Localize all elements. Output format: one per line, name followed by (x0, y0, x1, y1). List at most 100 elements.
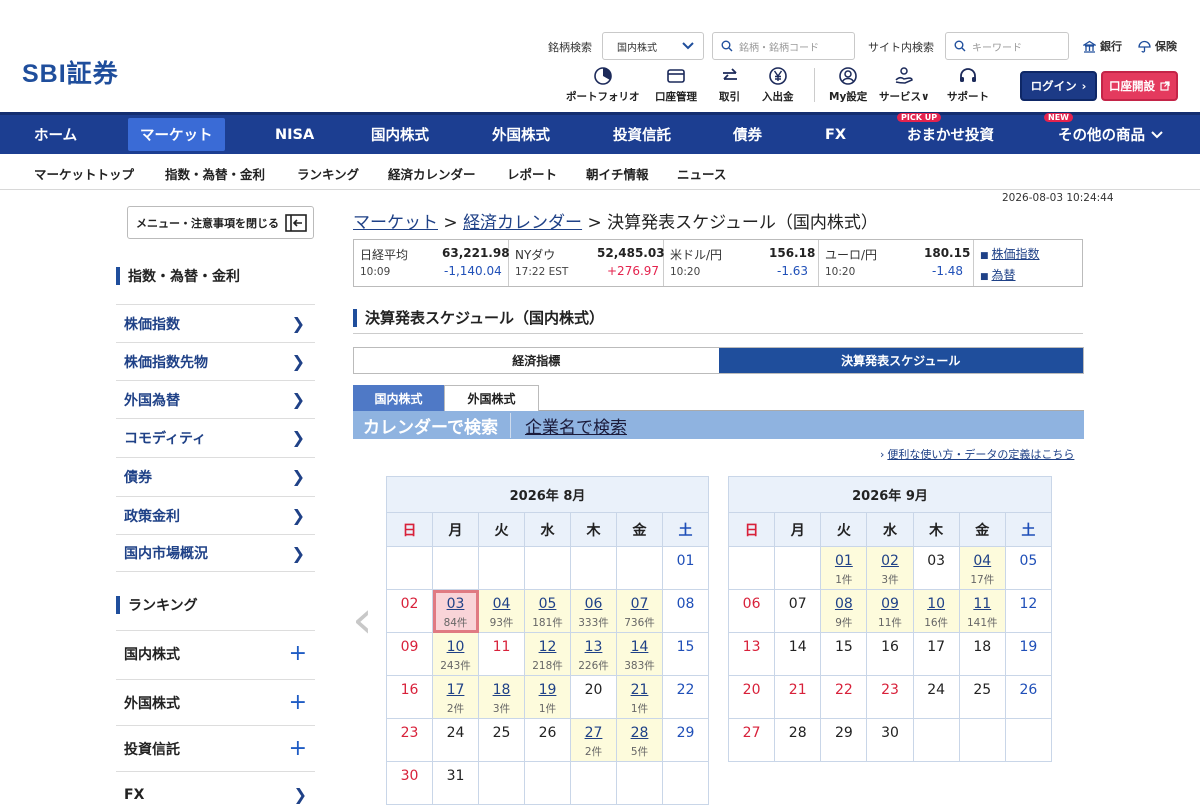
calendar-day[interactable]: 10 243件 (432, 632, 479, 676)
header-support[interactable]: サポート (947, 66, 989, 104)
breadcrumb-calendar[interactable]: 経済カレンダー (463, 213, 582, 233)
calendar-day[interactable]: 18 3件 (478, 675, 525, 719)
calendar-day[interactable]: 12 218件 (524, 632, 571, 676)
weekday-header: 土 (662, 512, 709, 547)
search-by-calendar[interactable]: カレンダーで検索 (353, 412, 511, 438)
ticker-usdjpy[interactable]: 米ドル/円 156.18 10:20 -1.63 (664, 240, 819, 286)
header-account[interactable]: 口座管理 (655, 66, 697, 104)
nav-robo-advisor[interactable]: PICK UP おまかせ投資 (897, 113, 994, 154)
calendar-day[interactable]: 01 1件 (820, 546, 868, 590)
sidebar-ranking-trust[interactable]: 投資信託 + (116, 725, 315, 771)
sidebar-ranking-fx[interactable]: FX ❯ (116, 771, 315, 812)
site-search-input[interactable]: キーワード (945, 32, 1069, 60)
calendar-day[interactable]: 14 383件 (616, 632, 663, 676)
subnav-ranking[interactable]: ランキング (297, 164, 359, 183)
nav-nisa[interactable]: NISA (275, 115, 314, 154)
ticker-link-indices[interactable]: 株価指数 (980, 245, 1040, 266)
ticker-nikkei[interactable]: 日経平均 63,221.98 10:09 -1,140.04 (354, 240, 510, 286)
calendar-day[interactable]: 19 1件 (524, 675, 571, 719)
sidebar-section-indices: 指数・為替・金利 (116, 266, 240, 286)
calendar-day[interactable]: 03 84件 (432, 589, 479, 633)
calendar-day[interactable]: 17 2件 (432, 675, 479, 719)
calendar-day[interactable]: 13 226件 (570, 632, 617, 676)
calendar-day[interactable]: 28 5件 (616, 718, 663, 762)
subnav-economic-calendar[interactable]: 経済カレンダー (388, 164, 476, 183)
tab-earnings-schedule[interactable]: 決算発表スケジュール (718, 348, 1083, 373)
stock-search-input[interactable]: 銘柄・銘柄コード (712, 32, 855, 60)
calendar-day: 23 (386, 718, 433, 762)
ticker-nydow[interactable]: NYダウ 52,485.03 17:22 EST +276.97 (509, 240, 665, 286)
calendar-day[interactable]: 11 141件 (958, 589, 1006, 633)
close-menu-button[interactable]: メニュー・注意事項を閉じる (127, 206, 314, 239)
umbrella-icon (1138, 40, 1151, 53)
nav-domestic-stocks[interactable]: 国内株式 (371, 115, 429, 154)
logo[interactable]: SBI証券 (22, 54, 119, 90)
empty-day-cell (524, 546, 571, 590)
bank-link[interactable]: 銀行 (1083, 38, 1122, 54)
calendar-day[interactable]: 09 11件 (866, 589, 914, 633)
day-number: 12 (1019, 596, 1038, 612)
nav-market[interactable]: マーケット (128, 118, 225, 151)
ticker-eurjpy[interactable]: ユーロ/円 180.15 10:20 -1.48 (819, 240, 974, 286)
calendar-day[interactable]: 05 181件 (524, 589, 571, 633)
header-mysettings[interactable]: My設定 (829, 66, 867, 104)
insurance-link[interactable]: 保険 (1138, 38, 1177, 54)
sidebar-item-policy-rate[interactable]: 政策金利 ❯ (116, 496, 315, 534)
weekday-header: 水 (866, 512, 914, 547)
header-trade[interactable]: 取引 (719, 66, 740, 104)
sidebar-item-commodities[interactable]: コモディティ ❯ (116, 418, 315, 456)
calendar-day[interactable]: 02 3件 (866, 546, 914, 590)
chevron-right-icon: ❯ (291, 390, 305, 409)
nav-foreign-stocks[interactable]: 外国株式 (492, 115, 550, 154)
subnav-market-top[interactable]: マーケットトップ (34, 164, 134, 183)
breadcrumb-market[interactable]: マーケット (353, 213, 438, 233)
nav-fx[interactable]: FX (825, 115, 846, 154)
header-deposit[interactable]: 入出金 (762, 66, 794, 104)
calendar-day[interactable]: 27 2件 (570, 718, 617, 762)
nav-bonds[interactable]: 債券 (733, 115, 762, 154)
nav-other-products[interactable]: NEW その他の商品 (1044, 113, 1164, 154)
calendar-day[interactable]: 07 736件 (616, 589, 663, 633)
chevron-right-icon: ❯ (293, 785, 307, 804)
stock-search-label: 銘柄検索 (548, 41, 592, 54)
header-services[interactable]: サービス∨ (879, 66, 930, 104)
subtab-domestic[interactable]: 国内株式 (353, 385, 444, 411)
sidebar-item-forex[interactable]: 外国為替 ❯ (116, 380, 315, 418)
sidebar-ranking-foreign[interactable]: 外国株式 + (116, 679, 315, 725)
day-number: 02 (400, 596, 419, 612)
calendar-day[interactable]: 10 16件 (912, 589, 960, 633)
main-nav: ホーム マーケット NISA 国内株式 外国株式 投資信託 債券 FX PICK… (0, 112, 1200, 154)
help-link[interactable]: 便利な使い方・データの定義はこちら (880, 446, 1074, 462)
open-account-button[interactable]: 口座開設 (1101, 71, 1178, 101)
nav-home[interactable]: ホーム (34, 115, 77, 154)
ticker-link-fx[interactable]: 為替 (980, 266, 1040, 287)
subnav-reports[interactable]: レポート (507, 164, 557, 183)
nav-investment-trust[interactable]: 投資信託 (613, 115, 671, 154)
calendar-day[interactable]: 04 93件 (478, 589, 525, 633)
calendar-day[interactable]: 08 9件 (820, 589, 868, 633)
subnav-news[interactable]: ニュース (677, 164, 726, 183)
header-portfolio[interactable]: ポートフォリオ (566, 66, 640, 104)
calendar-day: 28 (774, 718, 822, 762)
calendar-day[interactable]: 04 17件 (958, 546, 1006, 590)
sidebar-ranking-domestic[interactable]: 国内株式 + (116, 630, 315, 676)
day-number: 09 (881, 596, 899, 612)
prev-month-arrow[interactable]: ‹ (352, 590, 373, 650)
subnav-indices[interactable]: 指数・為替・金利 (165, 164, 265, 183)
subtab-foreign[interactable]: 外国株式 (444, 385, 539, 411)
calendar-day: 18 (958, 632, 1006, 676)
login-button[interactable]: ログイン › (1020, 71, 1097, 101)
sidebar-item-stock-indices[interactable]: 株価指数 ❯ (116, 304, 315, 342)
stock-search-select[interactable]: 国内株式 (602, 32, 704, 60)
empty-day-cell (774, 546, 822, 590)
subnav-morning-info[interactable]: 朝イチ情報 (586, 164, 649, 183)
empty-day-cell (1004, 718, 1053, 762)
sidebar-item-index-futures[interactable]: 株価指数先物 ❯ (116, 342, 315, 380)
calendar-day[interactable]: 21 1件 (616, 675, 663, 719)
tab-economic-indicators[interactable]: 経済指標 (354, 348, 719, 373)
calendar-day[interactable]: 06 333件 (570, 589, 617, 633)
sidebar-item-market-overview[interactable]: 国内市場概況 ❯ (116, 534, 315, 572)
weekday-header: 金 (958, 512, 1006, 547)
search-by-company[interactable]: 企業名で検索 (511, 413, 627, 438)
sidebar-item-bonds[interactable]: 債券 ❯ (116, 457, 315, 495)
